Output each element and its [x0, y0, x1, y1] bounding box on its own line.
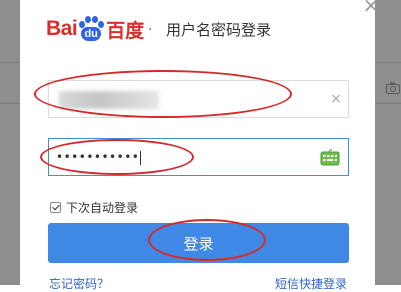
password-value-wrap: •••••••••••: [56, 149, 142, 165]
logo-text-bai: Bai: [46, 17, 78, 40]
close-icon[interactable]: ×: [363, 0, 380, 17]
baidu-logo: Bai du 百度: [46, 14, 144, 44]
login-dialog: × Bai du 百度 · 用户名密码登录 × ••••••••••• 下次自动…: [20, 0, 379, 291]
login-button-label: 登录: [183, 234, 214, 253]
text-caret: [140, 150, 142, 165]
clear-icon[interactable]: ×: [328, 91, 344, 107]
soft-keyboard-icon[interactable]: [320, 149, 340, 166]
dialog-title: 用户名密码登录: [166, 21, 272, 39]
camera-icon: [386, 82, 400, 94]
forgot-password-link[interactable]: 忘记密码？: [49, 275, 109, 292]
username-value-blurred: [59, 91, 159, 109]
close-button[interactable]: ×: [362, 0, 380, 17]
remember-me[interactable]: 下次自动登录: [50, 199, 138, 216]
password-value: •••••••••••: [56, 150, 140, 164]
password-field[interactable]: •••••••••••: [48, 138, 349, 176]
paw-icon: du: [78, 15, 105, 43]
login-button[interactable]: 登录: [48, 223, 349, 263]
title-separator: ·: [148, 22, 153, 38]
sms-login-link[interactable]: 短信快捷登录: [275, 275, 347, 292]
logo-text-du: du: [81, 27, 102, 41]
username-field[interactable]: ×: [48, 80, 349, 118]
remember-checkbox[interactable]: [50, 202, 61, 213]
logo-text-cn: 百度: [106, 19, 145, 42]
remember-label: 下次自动登录: [66, 201, 139, 215]
